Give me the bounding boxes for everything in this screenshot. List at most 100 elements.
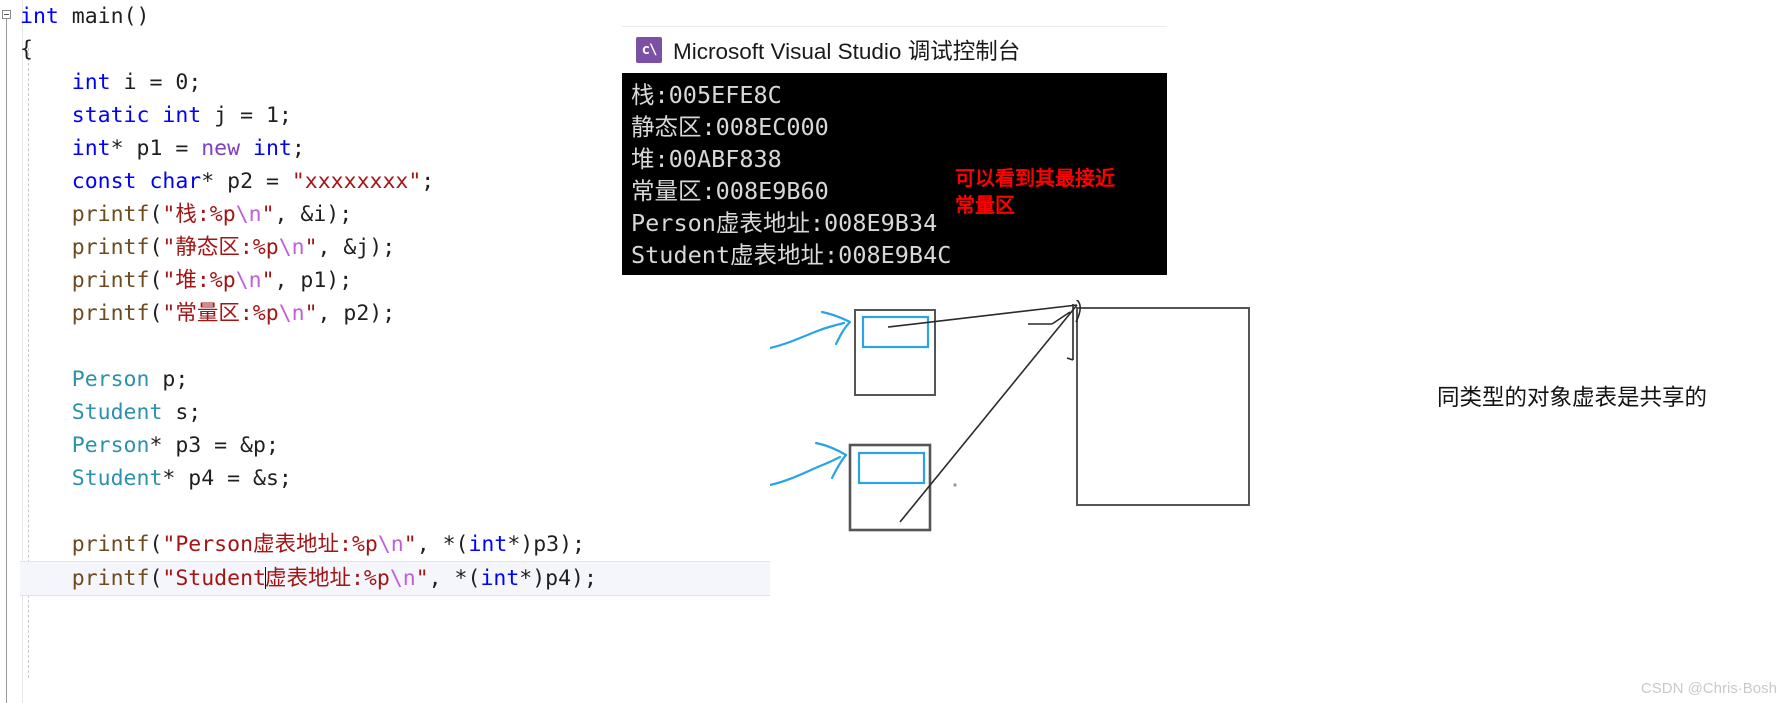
code-line[interactable]: printf("常量区:%p\n", p2);	[20, 297, 395, 330]
code-token: "xxxxxxxx"	[291, 169, 422, 194]
code-token: , *(	[416, 532, 469, 557]
code-token: Student	[71, 466, 163, 491]
code-token: printf	[71, 235, 150, 260]
code-token: "堆:%p	[162, 268, 236, 293]
student-object-box	[848, 443, 932, 532]
arrowhead-mark	[1044, 293, 1081, 323]
vtable-diagram-svg	[768, 293, 1250, 532]
code-token: printf	[71, 566, 150, 591]
code-line[interactable]: const char* p2 = "xxxxxxxx";	[20, 165, 434, 198]
code-token: *)p3);	[507, 532, 585, 557]
console-annotation-line: 常量区	[955, 195, 1015, 217]
code-line[interactable]: Person* p3 = &p;	[20, 429, 279, 462]
code-token: int	[468, 532, 508, 557]
shared-vtable-box	[1076, 307, 1250, 506]
console-line: 静态区:008EC000	[631, 113, 829, 141]
console-annotation-note: 可以看到其最接近 常量区	[955, 166, 1165, 220]
code-token: (	[149, 566, 163, 591]
code-token: , *(	[428, 566, 481, 591]
code-token: printf	[71, 301, 150, 326]
code-line[interactable]: int* p1 = new int;	[20, 132, 305, 165]
code-token: "	[304, 235, 318, 260]
shared-vtable-note: 同类型的对象虚表是共享的	[1437, 385, 1708, 410]
code-token: "	[261, 202, 275, 227]
code-token: printf	[71, 268, 150, 293]
visual-studio-console-icon: c\	[636, 37, 662, 63]
code-line[interactable]: Student s;	[20, 396, 201, 429]
code-token: \n	[278, 235, 305, 260]
collapse-region-toggle[interactable]	[2, 10, 11, 19]
code-line[interactable]: Student* p4 = &s;	[20, 462, 292, 495]
collapse-region-bar	[6, 19, 7, 703]
code-token: , p2);	[317, 301, 396, 326]
code-token: (	[149, 532, 163, 557]
code-token: static int	[71, 103, 202, 128]
code-token: new	[201, 136, 241, 161]
code-token: , &i);	[274, 202, 353, 227]
code-token: (	[149, 235, 163, 260]
code-token: \n	[278, 301, 305, 326]
code-token: \n	[235, 202, 262, 227]
debug-console-window[interactable]: c\ Microsoft Visual Studio 调试控制台 栈:005EF…	[622, 26, 1167, 275]
code-token: Person	[71, 433, 150, 458]
code-token: "栈:%p	[162, 202, 236, 227]
code-line[interactable]: int main()	[20, 0, 149, 33]
code-token: Person	[71, 367, 150, 392]
code-token: , p1);	[274, 268, 353, 293]
code-token: \n	[235, 268, 262, 293]
code-token: * p2 =	[201, 169, 292, 194]
code-line[interactable]: static int j = 1;	[20, 99, 292, 132]
code-token: 虚表地址:%p	[264, 566, 390, 591]
code-token: "	[304, 301, 318, 326]
student-to-vtable-arrow	[899, 304, 1078, 523]
code-token: "静态区:%p	[162, 235, 279, 260]
code-token: * p4 = &s;	[162, 466, 292, 491]
student-vptr-pen-mark	[768, 455, 842, 487]
code-token: ;	[421, 169, 435, 194]
code-line[interactable]: printf("静态区:%p\n", &j);	[20, 231, 395, 264]
student-vptr-box	[857, 451, 926, 485]
code-token: 1	[265, 103, 279, 128]
code-token: ;	[188, 70, 202, 95]
code-token: int	[20, 4, 59, 29]
console-icon-glyph: c\	[641, 42, 658, 58]
code-token: "	[403, 532, 417, 557]
code-line[interactable]: printf("栈:%p\n", &i);	[20, 198, 352, 231]
console-title: Microsoft Visual Studio 调试控制台	[673, 39, 1021, 64]
code-token: \n	[377, 532, 404, 557]
code-token: "Student	[162, 566, 266, 591]
person-vptr-box	[861, 315, 930, 349]
code-token: int	[253, 136, 292, 161]
code-line[interactable]: int i = 0;	[20, 66, 201, 99]
code-token: 0	[175, 70, 189, 95]
code-token: const char	[71, 169, 202, 194]
code-token: (	[149, 301, 163, 326]
code-line[interactable]: {	[20, 33, 33, 66]
code-line[interactable]: printf("Person虚表地址:%p\n", *(int*)p3);	[20, 528, 585, 561]
code-token: j =	[201, 103, 266, 128]
console-output: 栈:005EFE8C 静态区:008EC000 堆:00ABF838 常量区:0…	[622, 73, 1167, 275]
code-token: printf	[71, 202, 150, 227]
code-token: s;	[162, 400, 202, 425]
code-token: * p1 =	[110, 136, 202, 161]
code-token: int	[71, 136, 111, 161]
code-line[interactable]: printf("Student虚表地址:%p\n", *(int*)p4);	[20, 561, 770, 596]
console-titlebar[interactable]: c\ Microsoft Visual Studio 调试控制台	[622, 26, 1167, 73]
code-token: ;	[291, 136, 305, 161]
code-line[interactable]: Person p;	[20, 363, 189, 396]
console-annotation-line: 可以看到其最接近	[955, 168, 1115, 190]
code-line[interactable]: printf("堆:%p\n", p1);	[20, 264, 352, 297]
code-token: *)p4);	[519, 566, 597, 591]
